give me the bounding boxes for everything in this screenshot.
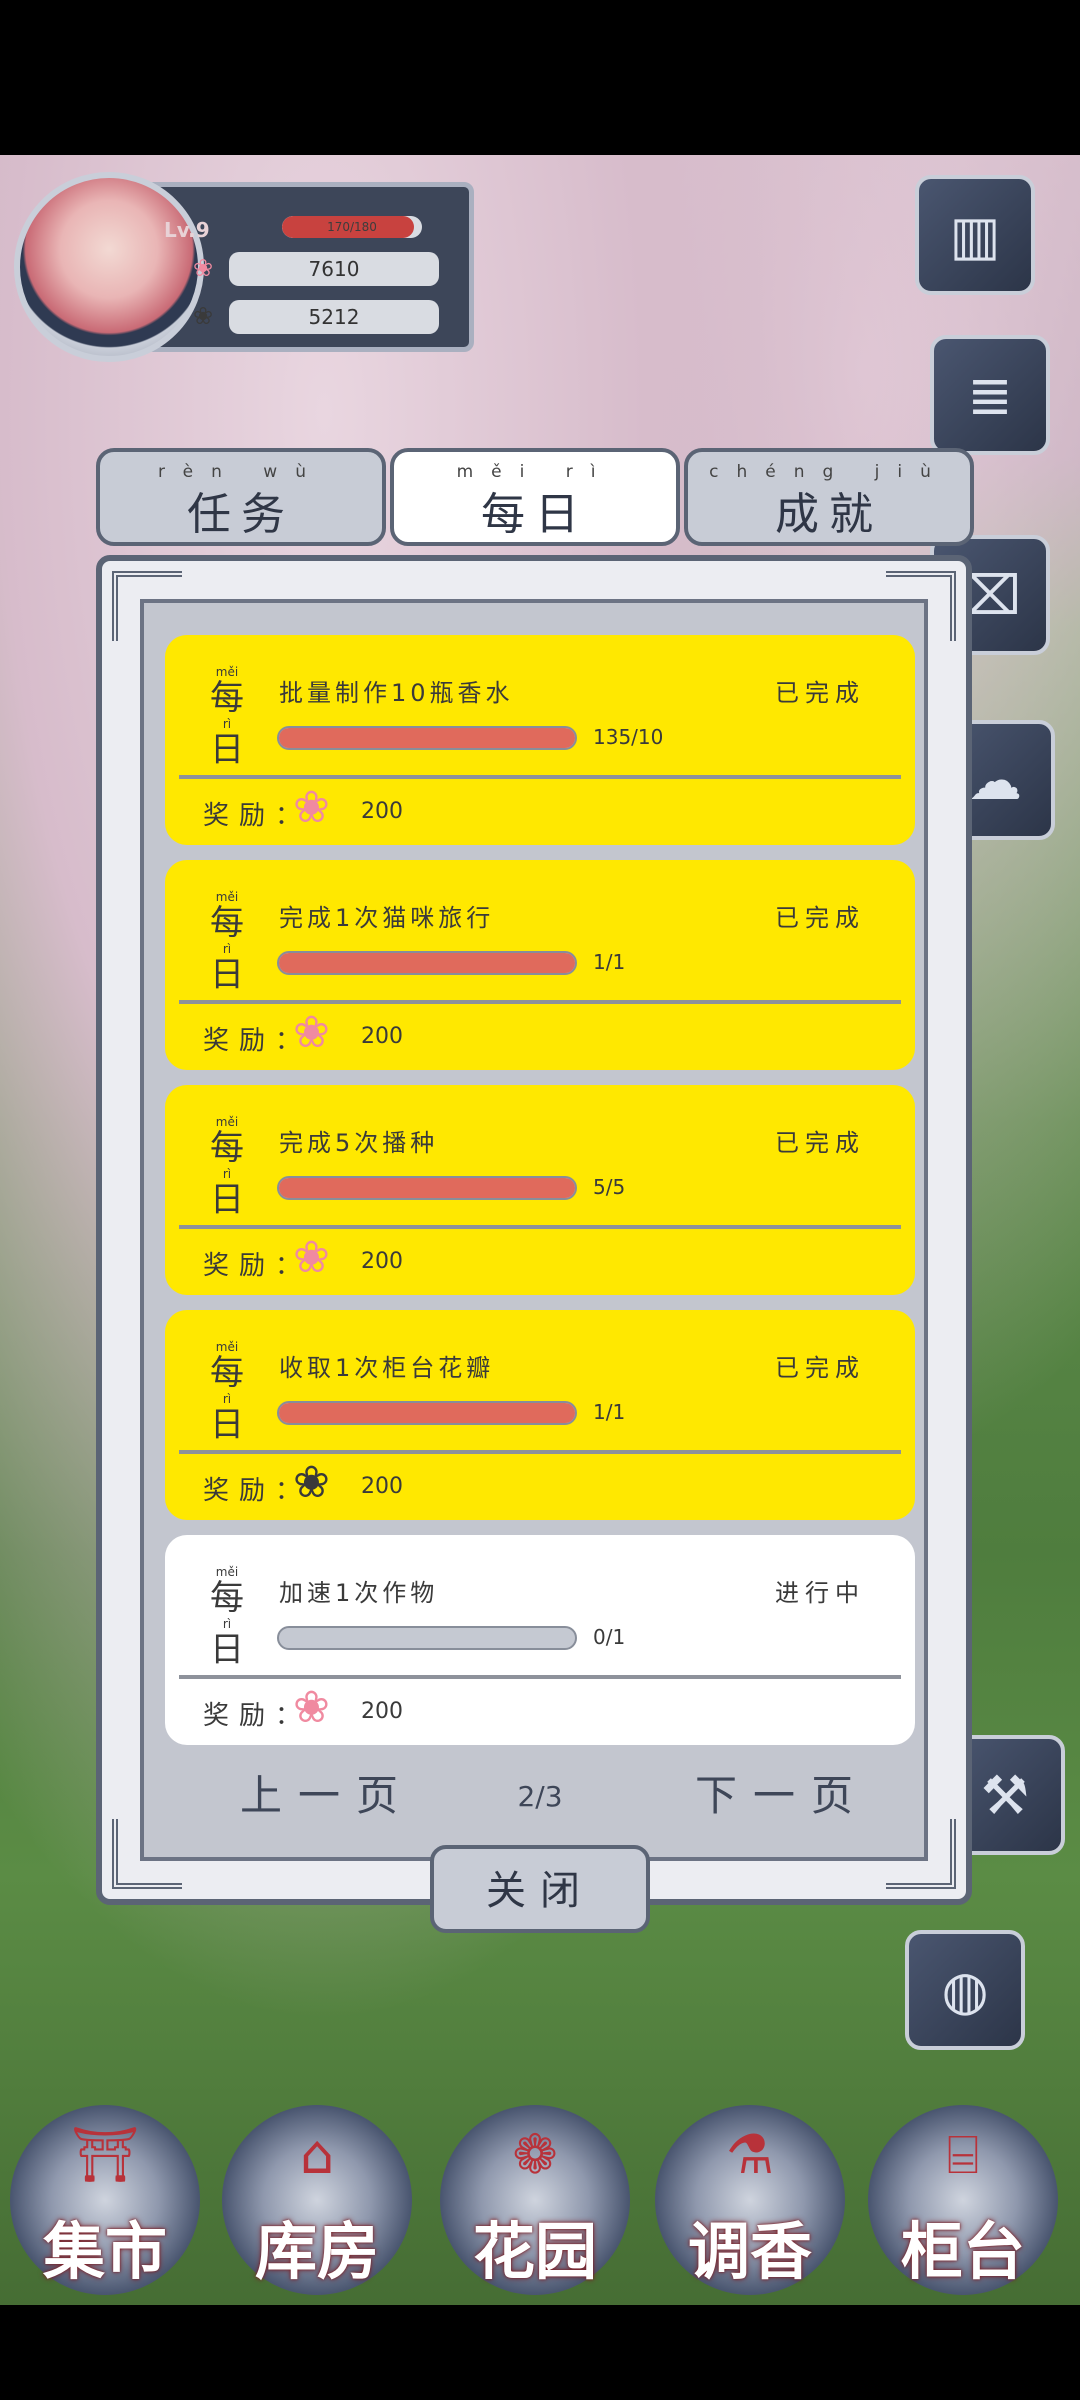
pink-petal-count: 7610 xyxy=(308,257,360,281)
nav-warehouse-button[interactable]: ⌂ 库房 xyxy=(222,2105,412,2295)
page-indicator: 2/3 xyxy=(517,1780,563,1813)
task-title: 加速1次作物 xyxy=(279,1579,439,1607)
divider xyxy=(179,1450,901,1454)
daily-tag: měi 每 rì 日 xyxy=(210,1565,244,1670)
task-card[interactable]: měi 每 rì 日 收取1次柜台花瓣 已完成 1/1 奖励： ❀ 200 xyxy=(165,1310,915,1520)
task-card[interactable]: měi 每 rì 日 批量制作10瓶香水 已完成 135/10 奖励： ❀ 200 xyxy=(165,635,915,845)
daily-tag: měi 每 rì 日 xyxy=(210,1340,244,1445)
pink-petal-icon: ❀ xyxy=(293,1007,330,1058)
task-title: 批量制作10瓶香水 xyxy=(279,679,514,707)
black-petal-icon: ❀ xyxy=(293,1457,330,1508)
nav-label: 集市 xyxy=(42,2215,167,2288)
black-petal-icon: ❀ xyxy=(193,302,214,330)
ornament-corner xyxy=(886,571,956,641)
clipboard-icon[interactable]: ≣ xyxy=(930,335,1050,455)
task-progress-bar xyxy=(277,1626,577,1650)
warehouse-icon: ⌂ xyxy=(299,2123,335,2186)
pouch-icon[interactable]: ◍ xyxy=(905,1930,1025,2050)
next-page-button[interactable]: 下一页 xyxy=(695,1762,869,1823)
reward-amount: 200 xyxy=(361,1474,403,1499)
pink-petal-icon: ❀ xyxy=(293,1682,330,1733)
pink-petal-icon: ❀ xyxy=(293,782,330,833)
tab-label: 任务 xyxy=(187,489,295,540)
nav-perfume-button[interactable]: ⚗ 调香 xyxy=(655,2105,845,2295)
task-card[interactable]: měi 每 rì 日 完成1次猫咪旅行 已完成 1/1 奖励： ❀ 200 xyxy=(165,860,915,1070)
ornament-corner xyxy=(112,1819,182,1889)
task-progress-text: 0/1 xyxy=(593,1625,626,1649)
daily-tag: měi 每 rì 日 xyxy=(210,665,244,770)
task-title: 完成5次播种 xyxy=(279,1129,439,1157)
task-progress-text: 1/1 xyxy=(593,950,626,974)
reward-amount: 200 xyxy=(361,1699,403,1724)
black-petal-counter: ❀ 5212 xyxy=(193,300,439,334)
task-title: 收取1次柜台花瓣 xyxy=(279,1354,495,1382)
task-progress-text: 1/1 xyxy=(593,1400,626,1424)
task-status: 已完成 xyxy=(775,679,865,707)
task-card[interactable]: měi 每 rì 日 加速1次作物 进行中 0/1 奖励： ❀ 200 xyxy=(165,1535,915,1745)
nav-garden-button[interactable]: ❁ 花园 xyxy=(440,2105,630,2295)
close-button[interactable]: 关闭 xyxy=(430,1845,650,1933)
black-petal-count: 5212 xyxy=(308,305,360,329)
pink-petal-icon: ❀ xyxy=(293,1232,330,1283)
nav-market-button[interactable]: ⛩ 集市 xyxy=(10,2105,200,2295)
task-title: 完成1次猫咪旅行 xyxy=(279,904,495,932)
navigation-bar-area xyxy=(0,2310,1080,2400)
exp-bar: 170/180 xyxy=(282,216,422,238)
nav-label: 柜台 xyxy=(900,2215,1025,2288)
daily-tag: měi 每 rì 日 xyxy=(210,890,244,995)
task-progress-fill xyxy=(279,1178,575,1198)
rose-icon: ❁ xyxy=(512,2123,558,2186)
nav-label: 调香 xyxy=(687,2215,812,2288)
counter-icon: ⌸ xyxy=(946,2123,980,2186)
task-progress-text: 135/10 xyxy=(593,725,664,749)
prev-page-button[interactable]: 上一页 xyxy=(240,1762,414,1823)
tab-label: 成就 xyxy=(775,489,883,540)
tab-tasks[interactable]: rèn wù 任务 xyxy=(96,448,386,546)
pink-petal-icon: ❀ xyxy=(193,254,214,282)
task-progress-fill xyxy=(279,953,575,973)
task-progress-bar xyxy=(277,726,577,750)
daily-tag: měi 每 rì 日 xyxy=(210,1115,244,1220)
reward-amount: 200 xyxy=(361,1024,403,1049)
task-progress-bar xyxy=(277,1176,577,1200)
book-icon[interactable]: ▥ xyxy=(915,175,1035,295)
reward-amount: 200 xyxy=(361,799,403,824)
tab-label: 每日 xyxy=(481,489,589,540)
player-profile[interactable]: Lv.9 170/180 ❀ 7610 ❀ 5212 xyxy=(14,172,474,362)
task-status: 进行中 xyxy=(775,1579,865,1607)
task-progress-fill xyxy=(279,1403,575,1423)
divider xyxy=(179,775,901,779)
avatar[interactable] xyxy=(14,172,204,362)
task-progress-fill xyxy=(279,728,575,748)
tab-daily[interactable]: měi rì 每日 xyxy=(390,448,680,546)
task-card[interactable]: měi 每 rì 日 完成5次播种 已完成 5/5 奖励： ❀ 200 xyxy=(165,1085,915,1295)
task-status: 已完成 xyxy=(775,1354,865,1382)
ornament-corner xyxy=(886,1819,956,1889)
task-status: 已完成 xyxy=(775,904,865,932)
reward-amount: 200 xyxy=(361,1249,403,1274)
level-label: Lv.9 xyxy=(164,218,210,242)
status-bar-area xyxy=(0,0,1080,155)
nav-counter-button[interactable]: ⌸ 柜台 xyxy=(868,2105,1058,2295)
nav-label: 库房 xyxy=(254,2215,379,2288)
nav-label: 花园 xyxy=(472,2215,597,2288)
task-progress-bar xyxy=(277,951,577,975)
gate-icon: ⛩ xyxy=(70,2123,140,2186)
tab-achievements[interactable]: chéng jiù 成就 xyxy=(684,448,974,546)
perfume-icon: ⚗ xyxy=(725,2123,775,2186)
task-status: 已完成 xyxy=(775,1129,865,1157)
ornament-corner xyxy=(112,571,182,641)
divider xyxy=(179,1225,901,1229)
exp-text: 170/180 xyxy=(327,220,377,234)
divider xyxy=(179,1000,901,1004)
task-progress-bar xyxy=(277,1401,577,1425)
task-progress-text: 5/5 xyxy=(593,1175,626,1199)
pink-petal-counter: ❀ 7610 xyxy=(193,252,439,286)
divider xyxy=(179,1675,901,1679)
